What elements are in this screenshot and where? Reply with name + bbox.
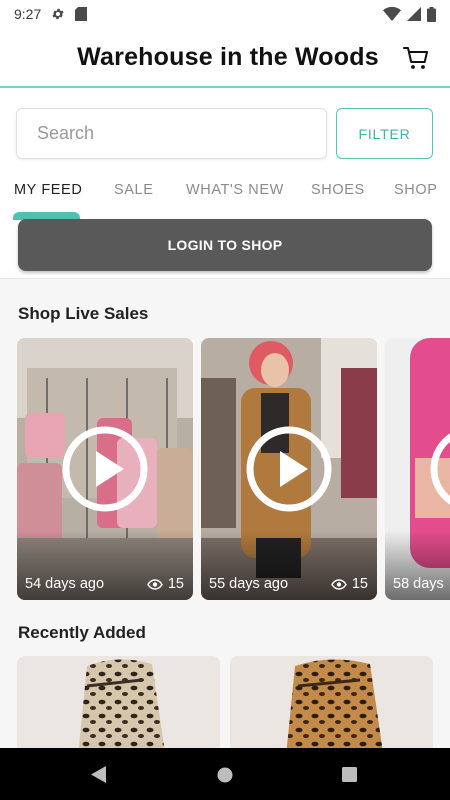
login-label: LOGIN TO SHOP bbox=[167, 237, 283, 253]
play-icon bbox=[430, 433, 450, 505]
play-icon bbox=[62, 426, 148, 512]
live-sale-card[interactable]: 55 days ago 15 bbox=[201, 338, 377, 600]
view-count-value: 15 bbox=[351, 576, 368, 592]
eye-icon bbox=[147, 578, 163, 590]
search-input[interactable] bbox=[17, 109, 326, 158]
product-card[interactable] bbox=[230, 656, 433, 748]
tab-sale[interactable]: SALE bbox=[114, 182, 153, 198]
tab-my-feed[interactable]: MY FEED bbox=[14, 182, 82, 198]
product-card[interactable] bbox=[17, 656, 220, 748]
search-box[interactable] bbox=[16, 108, 327, 159]
app-title: Warehouse in the Woods bbox=[77, 42, 379, 71]
app-header: Warehouse in the Woods bbox=[0, 28, 450, 88]
wifi-icon bbox=[383, 7, 401, 21]
play-icon bbox=[246, 426, 332, 512]
tab-shoes[interactable]: SHOES bbox=[311, 182, 365, 198]
recently-added-title: Recently Added bbox=[18, 623, 146, 642]
filter-button[interactable]: FILTER bbox=[336, 108, 433, 159]
filter-label: FILTER bbox=[358, 125, 411, 142]
product-thumbnail bbox=[230, 656, 433, 748]
settings-icon bbox=[52, 8, 64, 20]
cart-icon bbox=[403, 47, 428, 69]
live-sale-card[interactable]: 58 days bbox=[385, 338, 450, 600]
system-nav-bar bbox=[0, 748, 450, 800]
view-count: 15 bbox=[331, 576, 368, 592]
tab-shop[interactable]: SHOP bbox=[394, 182, 438, 198]
view-count: 15 bbox=[147, 576, 184, 592]
login-to-shop-button[interactable]: LOGIN TO SHOP bbox=[18, 219, 432, 271]
status-bar: 9:27 bbox=[0, 0, 450, 28]
category-tabs: MY FEED SALE WHAT'S NEW SHOES SHOP bbox=[0, 172, 450, 220]
signal-icon bbox=[407, 7, 421, 21]
back-icon[interactable] bbox=[91, 766, 107, 783]
status-time: 9:27 bbox=[14, 6, 42, 22]
live-sale-card[interactable]: 54 days ago 15 bbox=[17, 338, 193, 600]
cart-button[interactable] bbox=[402, 44, 430, 72]
view-count-value: 15 bbox=[167, 576, 184, 592]
live-sales-title: Shop Live Sales bbox=[18, 304, 149, 323]
days-ago-label: 58 days bbox=[393, 576, 444, 592]
sd-card-icon bbox=[75, 7, 88, 21]
recents-icon[interactable] bbox=[342, 767, 357, 782]
feed-content: Shop Live Sales 54 days ago 15 55 days a… bbox=[0, 278, 450, 748]
product-thumbnail bbox=[17, 656, 220, 748]
days-ago-label: 55 days ago bbox=[209, 576, 289, 592]
home-icon[interactable] bbox=[217, 767, 233, 783]
days-ago-label: 54 days ago bbox=[25, 576, 105, 592]
eye-icon bbox=[331, 578, 347, 590]
battery-icon bbox=[427, 6, 436, 22]
tab-whats-new[interactable]: WHAT'S NEW bbox=[186, 182, 284, 198]
